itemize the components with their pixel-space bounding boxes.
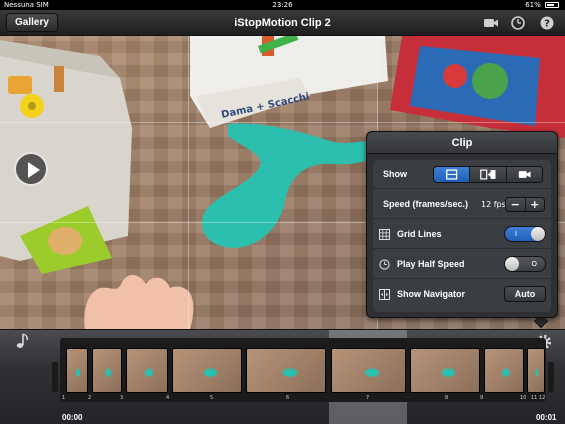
play-half-speed-row: Play Half Speed O <box>373 250 551 279</box>
popover-settings: Show Speed (frames/sec.) 12 fps − + Grid… <box>373 160 551 312</box>
frame-compare-icon <box>480 169 496 180</box>
battery-label: 61% <box>525 1 541 9</box>
start-time: 00:00 <box>62 413 83 422</box>
clock-icon <box>379 259 390 270</box>
camera-icon <box>518 171 531 178</box>
frame-compare-segment[interactable] <box>470 167 507 182</box>
timeline: 1 2 3 4 5 6 7 8 9 10 11 12 00:00 00:01 <box>0 329 565 424</box>
popover-title: Clip <box>367 132 557 154</box>
frame-number: 1 <box>62 395 66 401</box>
grid-line <box>0 122 565 123</box>
music-note-icon[interactable] <box>12 332 30 350</box>
frame-number: 8 <box>445 395 449 401</box>
grid-lines-label: Grid Lines <box>397 229 442 239</box>
frame-thumbnail[interactable] <box>410 348 480 393</box>
grid-icon <box>379 229 390 240</box>
strip-left-handle[interactable] <box>52 362 58 392</box>
frame-number: 10 <box>520 395 527 401</box>
grid-line <box>188 36 189 329</box>
clip-title: iStopMotion Clip 2 <box>234 17 331 29</box>
play-button[interactable] <box>14 152 48 186</box>
film-view-segment[interactable] <box>434 167 471 182</box>
speed-increase-button[interactable]: + <box>525 198 544 211</box>
status-bar: Nessuna SIM 23:26 61% <box>0 0 565 10</box>
grid-lines-toggle[interactable]: I <box>504 226 546 242</box>
speed-decrease-button[interactable]: − <box>506 198 526 211</box>
frame-thumbnail[interactable] <box>92 348 122 393</box>
frame-thumbnail[interactable] <box>66 348 88 393</box>
frame-number: 2 <box>88 395 92 401</box>
help-icon[interactable]: ? <box>539 15 555 31</box>
fps-value: 12 fps <box>481 200 506 209</box>
frame-number: 3 <box>120 395 124 401</box>
speed-row: Speed (frames/sec.) 12 fps − + <box>373 190 551 219</box>
frame-thumbnail[interactable] <box>126 348 168 393</box>
end-time: 00:01 <box>536 413 557 422</box>
frame-thumbnail[interactable] <box>484 348 524 393</box>
frame-thumbnail[interactable] <box>246 348 326 393</box>
navigator-auto-button[interactable]: Auto <box>504 286 546 302</box>
show-label: Show <box>383 169 407 179</box>
frame-number: 9 <box>480 395 484 401</box>
toggle-off-mark: O <box>531 260 537 268</box>
show-navigator-label: Show Navigator <box>397 289 466 299</box>
camera-view-segment[interactable] <box>506 167 542 182</box>
frame-number: 7 <box>366 395 370 401</box>
play-half-speed-label: Play Half Speed <box>397 259 465 269</box>
show-navigator-row: Show Navigator Auto <box>373 280 551 309</box>
grid-lines-row: Grid Lines I <box>373 220 551 249</box>
film-icon <box>446 169 458 180</box>
frame-thumbnail[interactable] <box>527 348 545 393</box>
speed-label: Speed (frames/sec.) <box>383 199 469 209</box>
toggle-knob <box>531 227 545 241</box>
navigator-icon <box>379 289 390 300</box>
strip-right-handle[interactable] <box>548 362 554 392</box>
battery-icon <box>545 2 559 8</box>
toggle-on-mark: I <box>515 230 518 238</box>
frame-thumbnail[interactable] <box>331 348 406 393</box>
frame-number: 12 <box>539 395 546 401</box>
battery-indicator: 61% <box>525 0 559 10</box>
clip-popover: Clip Show Speed (frames/sec.) 12 fps − +… <box>366 131 558 318</box>
nav-bar: Gallery iStopMotion Clip 2 ? <box>0 10 565 36</box>
frame-number: 6 <box>286 395 290 401</box>
frame-number: 4 <box>166 395 170 401</box>
timer-icon[interactable] <box>510 15 526 31</box>
svg-text:?: ? <box>544 19 550 30</box>
show-segmented-control[interactable] <box>433 166 543 183</box>
speed-stepper[interactable]: − + <box>505 197 545 212</box>
frame-strip[interactable]: 1 2 3 4 5 6 7 8 9 10 11 12 <box>52 338 554 402</box>
clock: 23:26 <box>272 1 293 9</box>
frame-number: 5 <box>210 395 214 401</box>
show-row: Show <box>373 160 551 189</box>
camera-icon[interactable] <box>483 15 499 31</box>
toggle-knob <box>505 257 519 271</box>
play-half-speed-toggle[interactable]: O <box>504 256 546 272</box>
frame-thumbnail[interactable] <box>172 348 242 393</box>
frame-number: 11 <box>531 395 538 401</box>
